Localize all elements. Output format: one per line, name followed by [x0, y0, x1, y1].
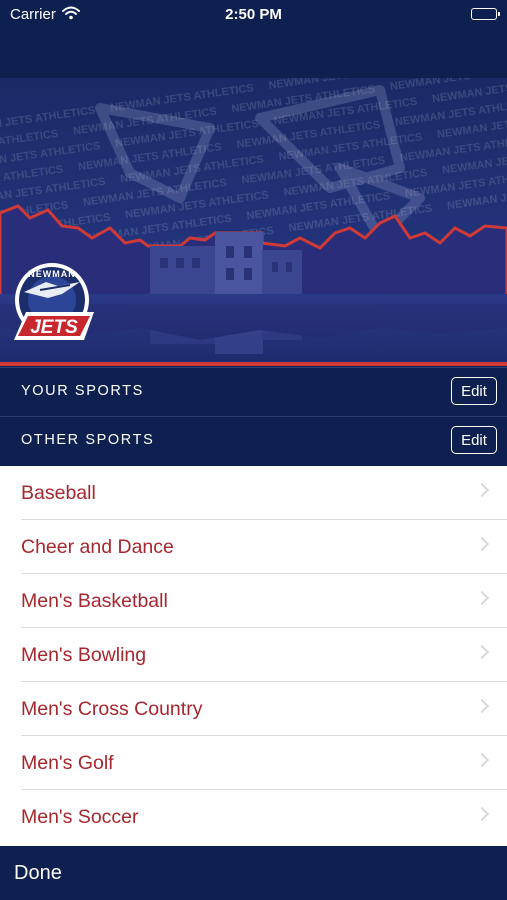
sport-row-mens-soccer[interactable]: Men's Soccer: [0, 790, 507, 844]
other-sports-header: OTHER SPORTS Edit: [0, 416, 507, 464]
logo-top-text: NEWMAN: [28, 269, 76, 279]
chevron-right-icon: [474, 698, 490, 714]
status-bar: Carrier 2:50 PM: [0, 0, 507, 30]
your-sports-title: YOUR SPORTS: [21, 383, 144, 399]
status-time: 2:50 PM: [225, 6, 282, 23]
other-sports-title: OTHER SPORTS: [21, 432, 155, 448]
chevron-right-icon: [474, 644, 490, 660]
sport-label: Men's Soccer: [21, 806, 139, 828]
sport-label: Men's Golf: [21, 752, 114, 774]
sport-row-mens-cross-country[interactable]: Men's Cross Country: [0, 682, 507, 736]
chevron-right-icon: [474, 482, 490, 498]
chevron-right-icon: [474, 536, 490, 552]
chevron-right-icon: [474, 752, 490, 768]
bottom-toolbar: Done: [0, 846, 507, 900]
sport-label: Men's Cross Country: [21, 698, 203, 720]
your-sports-header: YOUR SPORTS Edit: [0, 367, 507, 415]
sport-row-mens-basketball[interactable]: Men's Basketball: [0, 574, 507, 628]
sport-row-baseball[interactable]: Baseball: [0, 466, 507, 520]
sport-label: Cheer and Dance: [21, 536, 174, 558]
sports-list: Baseball Cheer and Dance Men's Basketbal…: [0, 466, 507, 846]
your-sports-edit-button[interactable]: Edit: [451, 377, 497, 405]
sport-label: Baseball: [21, 482, 96, 504]
done-button[interactable]: Done: [14, 862, 62, 885]
sport-label: Men's Bowling: [21, 644, 147, 666]
sport-row-mens-bowling[interactable]: Men's Bowling: [0, 628, 507, 682]
battery-icon: [471, 8, 500, 20]
other-sports-edit-button[interactable]: Edit: [451, 426, 497, 454]
sport-row-cheer-and-dance[interactable]: Cheer and Dance: [0, 520, 507, 574]
sport-label: Men's Basketball: [21, 590, 168, 612]
hero-banner: NEWMAN JETS ATHLETICS NEWMAN JETS ATHLET…: [0, 78, 507, 366]
sport-row-mens-golf[interactable]: Men's Golf: [0, 736, 507, 790]
chevron-right-icon: [474, 806, 490, 822]
logo-main-text: JETS: [30, 317, 78, 338]
chevron-right-icon: [474, 590, 490, 606]
